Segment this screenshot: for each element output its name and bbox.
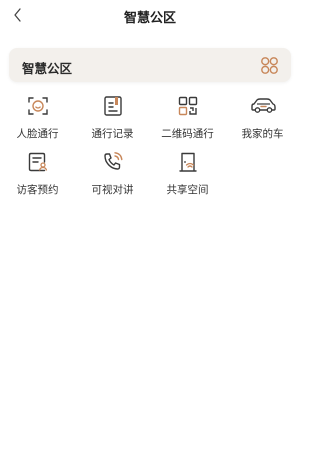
feature-label: 访客预约 — [16, 184, 59, 196]
record-book-icon — [103, 96, 122, 116]
video-intercom-phone-icon — [103, 152, 122, 170]
banner-title: 智慧公区 — [22, 61, 73, 76]
feature-face-pass[interactable]: 人脸通行 — [0, 88, 75, 146]
feature-label: 人脸通行 — [16, 128, 59, 140]
feature-my-car[interactable]: 我家的车 — [225, 88, 300, 146]
feature-label: 通行记录 — [91, 128, 134, 140]
feature-label: 二维码通行 — [161, 128, 214, 140]
feature-label: 可视对讲 — [91, 184, 134, 196]
grid-four-circles-icon[interactable] — [260, 56, 279, 75]
header-bar: 智慧公区 — [0, 0, 300, 30]
feature-video-intercom[interactable]: 可视对讲 — [75, 144, 150, 202]
shared-space-door-icon — [178, 152, 197, 172]
page-title: 智慧公区 — [123, 11, 176, 26]
feature-visitor-appointment[interactable]: 访客预约 — [0, 144, 75, 202]
feature-label: 共享空间 — [166, 184, 209, 196]
face-scan-icon — [27, 97, 48, 115]
feature-pass-records[interactable]: 通行记录 — [75, 88, 150, 146]
feature-qr-pass[interactable]: 二维码通行 — [150, 88, 225, 146]
qr-code-icon — [178, 96, 197, 116]
smart-area-banner[interactable]: 智慧公区 — [9, 48, 291, 82]
feature-shared-space[interactable]: 共享空间 — [150, 144, 225, 202]
visitor-appointment-icon — [28, 152, 47, 172]
feature-label: 我家的车 — [241, 128, 284, 140]
car-icon — [250, 98, 276, 113]
